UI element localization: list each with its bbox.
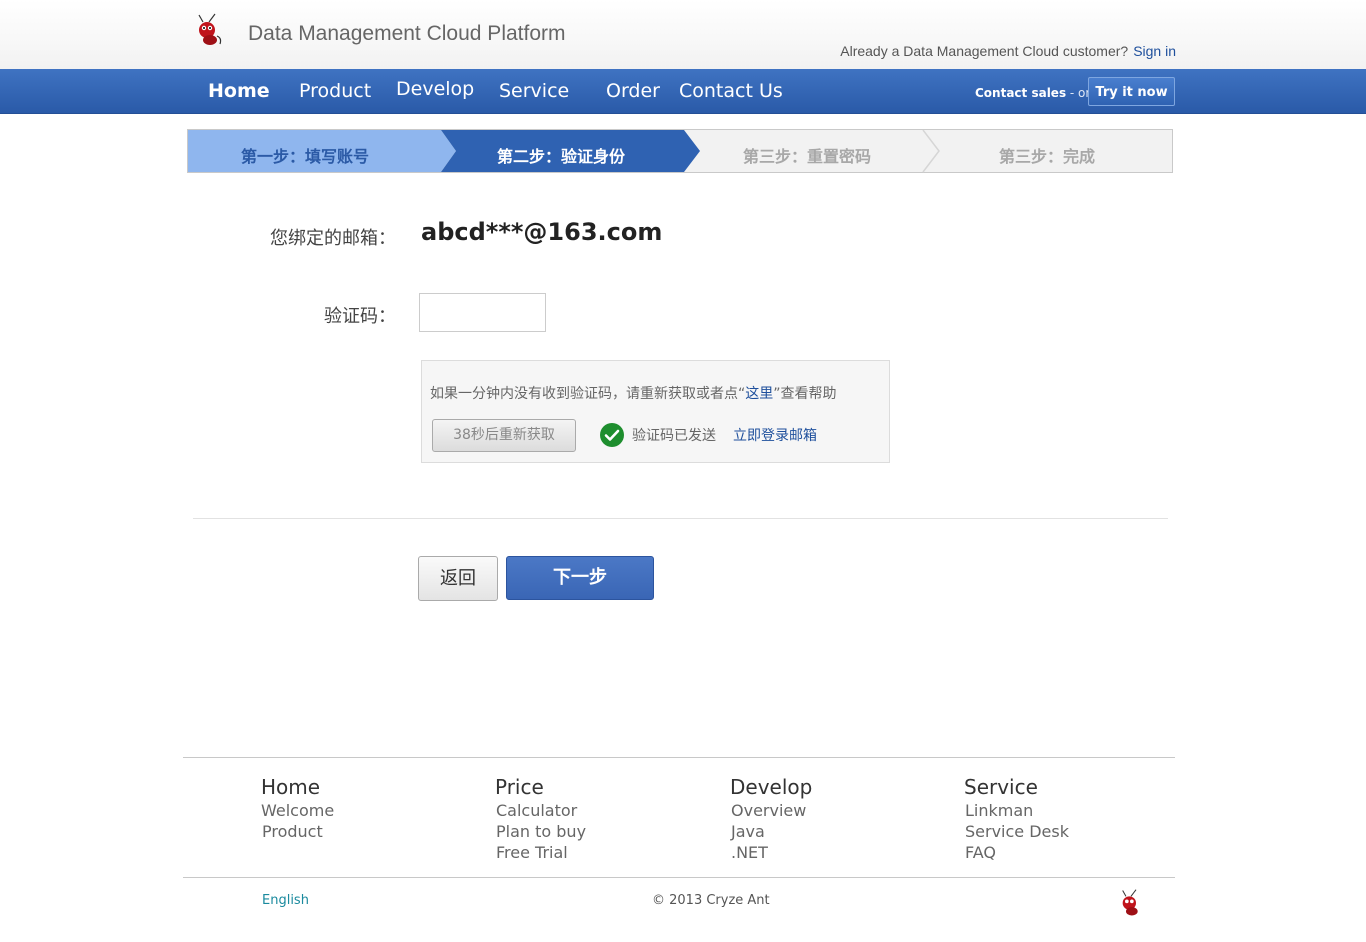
help-here-link[interactable]: 这里 xyxy=(745,386,773,402)
step-progress: 第一步：填写账号 第二步：验证身份 第三步：重置密码 第三步：完成 xyxy=(187,129,1173,173)
email-label: 您绑定的邮箱： xyxy=(270,228,396,249)
footer-bottom-divider xyxy=(183,877,1175,878)
code-sent-status: 验证码已发送 xyxy=(632,428,716,444)
step-3-divider xyxy=(922,130,940,173)
footer-link[interactable]: Linkman xyxy=(964,800,1069,821)
language-link[interactable]: English xyxy=(262,893,309,908)
step-1-label: 第一步：填写账号 xyxy=(241,147,370,166)
footer-col-service: Service Linkman Service Desk FAQ xyxy=(964,774,1069,863)
contact-sales-link[interactable]: Contact sales xyxy=(975,86,1066,100)
copyright-text: © 2013 Cryze Ant xyxy=(652,893,770,908)
sign-in-line: Already a Data Management Cloud customer… xyxy=(840,43,1176,59)
step-4-label: 第三步：完成 xyxy=(999,147,1096,166)
nav-product[interactable]: Product xyxy=(299,80,371,102)
contact-sales-group: Contact sales - or - xyxy=(975,86,1098,100)
footer-heading[interactable]: Develop xyxy=(730,774,812,800)
bound-email-value: abcd***@163.com xyxy=(421,218,663,246)
footer-top-divider xyxy=(183,757,1175,758)
step-3-label: 第三步：重置密码 xyxy=(743,147,872,166)
code-label: 验证码： xyxy=(324,306,396,327)
footer-link[interactable]: FAQ xyxy=(964,842,1069,863)
step-2-label: 第二步：验证身份 xyxy=(497,147,626,166)
footer-link[interactable]: Calculator xyxy=(495,800,586,821)
footer-link[interactable]: Welcome xyxy=(261,800,334,821)
help-text: 如果一分钟内没有收到验证码，请重新获取或者点“这里”查看帮助 xyxy=(430,383,837,403)
help-suffix: ”查看帮助 xyxy=(773,386,837,402)
login-mailbox-link[interactable]: 立即登录邮箱 xyxy=(733,425,817,445)
footer-link[interactable]: .NET xyxy=(730,842,812,863)
footer-heading[interactable]: Price xyxy=(495,774,586,800)
footer-link[interactable]: Service Desk xyxy=(964,821,1069,842)
footer-col-develop: Develop Overview Java .NET xyxy=(730,774,812,863)
check-circle-icon xyxy=(600,423,624,447)
verification-code-input[interactable] xyxy=(419,293,546,332)
resend-code-button[interactable]: 38秒后重新获取 xyxy=(432,419,576,452)
footer-link[interactable]: Java xyxy=(730,821,812,842)
brand-title: Data Management Cloud Platform xyxy=(248,22,566,45)
footer-col-home: Home Welcome Product xyxy=(261,774,334,842)
nav-service[interactable]: Service xyxy=(499,80,569,102)
nav-home[interactable]: Home xyxy=(208,80,270,102)
footer-link[interactable]: Free Trial xyxy=(495,842,586,863)
nav-order[interactable]: Order xyxy=(606,80,660,102)
footer-link[interactable]: Overview xyxy=(730,800,812,821)
nav-contact-us[interactable]: Contact Us xyxy=(679,80,783,102)
customer-prompt: Already a Data Management Cloud customer… xyxy=(840,43,1129,59)
footer-heading[interactable]: Home xyxy=(261,774,334,800)
ant-logo-icon xyxy=(198,13,222,45)
main-nav: Home Product Develop Service Order Conta… xyxy=(0,69,1366,114)
form-divider xyxy=(193,518,1168,519)
try-it-now-button[interactable]: Try it now xyxy=(1088,77,1175,106)
footer-heading[interactable]: Service xyxy=(964,774,1069,800)
footer-link[interactable]: Product xyxy=(261,821,334,842)
help-prefix: 如果一分钟内没有收到验证码，请重新获取或者点“ xyxy=(430,386,746,402)
help-box: 如果一分钟内没有收到验证码，请重新获取或者点“这里”查看帮助 38秒后重新获取 … xyxy=(421,360,890,463)
back-button[interactable]: 返回 xyxy=(418,556,498,601)
sign-in-link[interactable]: Sign in xyxy=(1133,43,1176,59)
next-step-button[interactable]: 下一步 xyxy=(506,556,654,600)
nav-develop[interactable]: Develop xyxy=(396,78,474,100)
top-header: Data Management Cloud Platform Already a… xyxy=(0,0,1366,69)
footer-ant-logo-icon xyxy=(1122,889,1138,916)
footer-col-price: Price Calculator Plan to buy Free Trial xyxy=(495,774,586,863)
footer-link[interactable]: Plan to buy xyxy=(495,821,586,842)
